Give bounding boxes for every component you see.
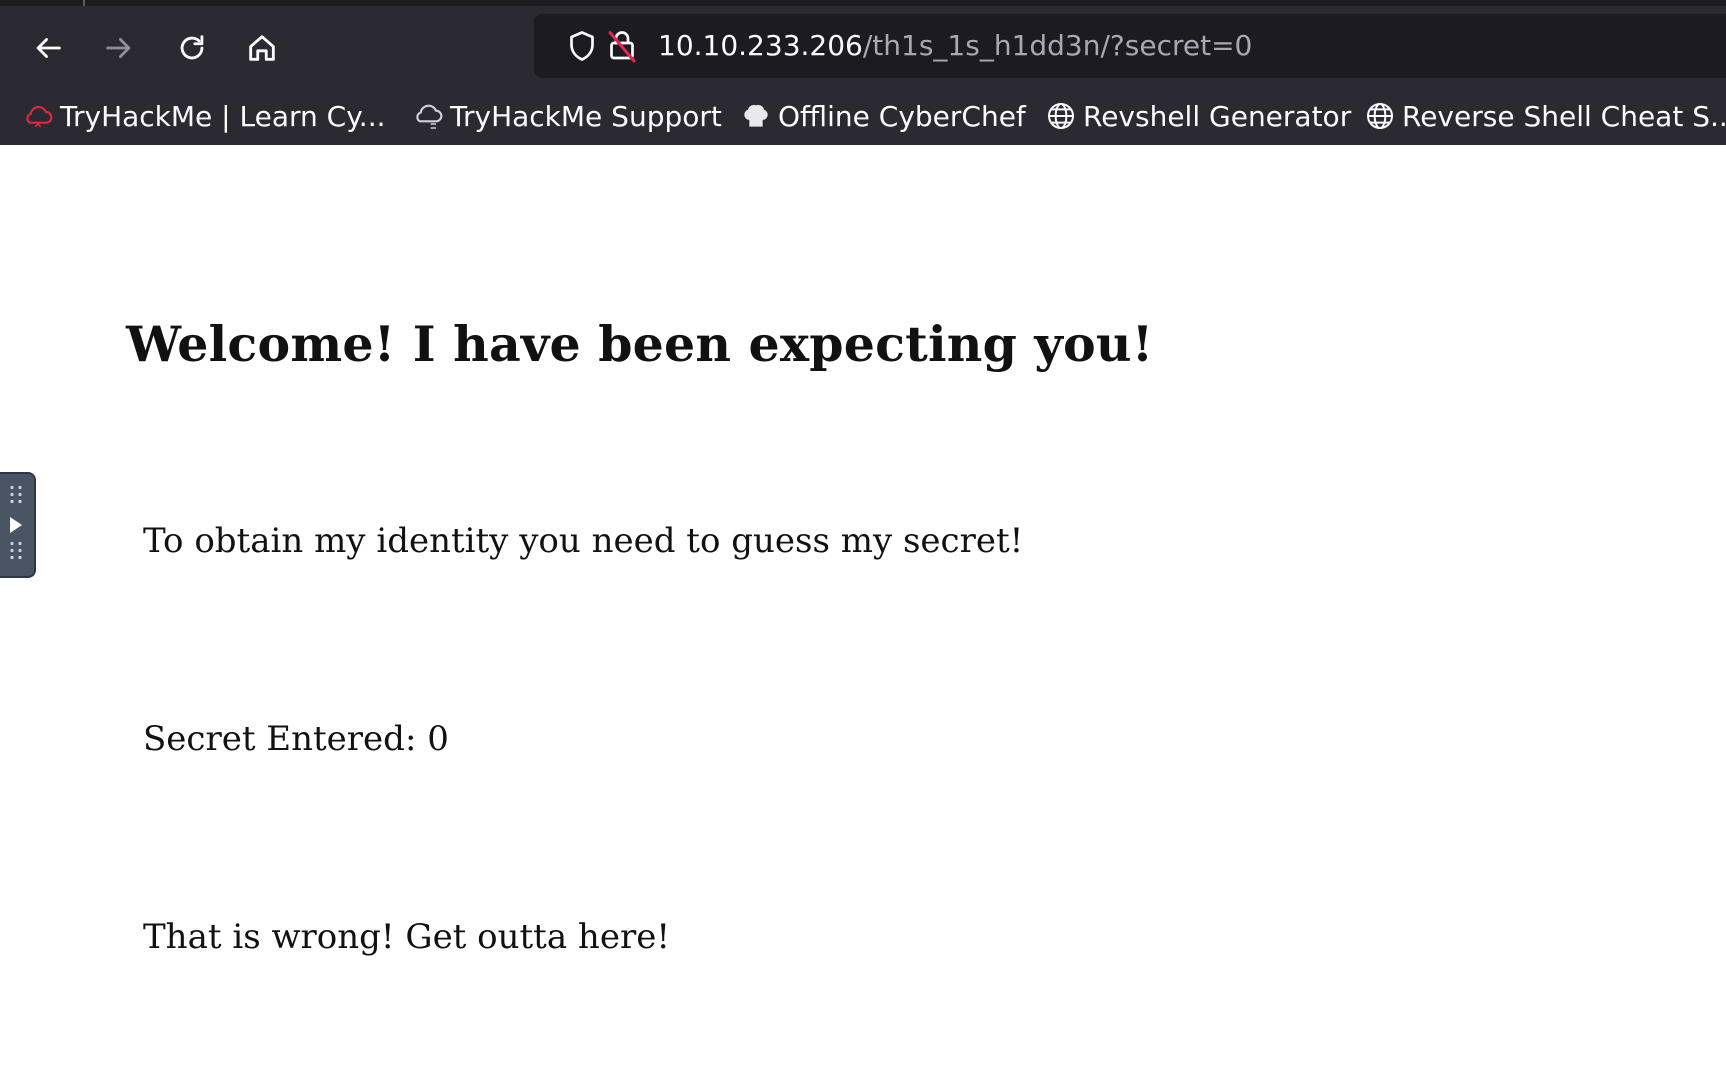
url-text[interactable]: 10.10.233.206/th1s_1s_h1dd3n/?secret=0 — [658, 14, 1252, 78]
forward-button[interactable] — [95, 24, 143, 72]
back-button[interactable] — [24, 24, 72, 72]
arrow-right-icon — [106, 38, 131, 58]
grip-dots — [8, 484, 26, 506]
bookmark-tryhackme[interactable]: TryHackMe | Learn Cy... — [22, 90, 386, 142]
url-host: 10.10.233.206 — [658, 29, 863, 62]
bookmark-label: TryHackMe | Learn Cy... — [60, 99, 386, 133]
home-button[interactable] — [238, 24, 286, 72]
browser-toolbar: 10.10.233.206/th1s_1s_h1dd3n/?secret=0 T… — [0, 0, 1726, 145]
side-panel-toggle[interactable] — [0, 472, 36, 578]
secret-entered-text: Secret Entered: 0 — [143, 719, 449, 759]
arrow-left-icon — [36, 38, 61, 58]
tab-separator — [83, 0, 85, 6]
bookmark-revshell-generator[interactable]: Revshell Generator — [1045, 90, 1351, 142]
wrong-secret-message: That is wrong! Get outta here! — [143, 917, 670, 957]
expand-arrow-icon — [10, 517, 22, 533]
bookmark-label: Offline CyberChef — [778, 99, 1026, 133]
insecure-lock-icon[interactable] — [604, 28, 640, 64]
bookmark-tryhackme-support[interactable]: TryHackMe Support — [412, 90, 722, 142]
url-path: /th1s_1s_h1dd3n/?secret=0 — [862, 29, 1253, 62]
cloud-icon — [416, 104, 443, 129]
url-bar[interactable]: 10.10.233.206/th1s_1s_h1dd3n/?secret=0 — [534, 14, 1726, 78]
grip-dots — [8, 540, 26, 562]
reload-icon — [180, 35, 204, 60]
shield-icon[interactable] — [564, 28, 600, 64]
page-content: Welcome! I have been expecting you! To o… — [0, 145, 1726, 1088]
bookmark-offline-cyberchef[interactable]: Offline CyberChef — [740, 90, 1026, 142]
chef-hat-icon — [744, 104, 768, 127]
reload-button[interactable] — [168, 24, 216, 72]
home-icon — [249, 35, 275, 61]
globe-icon — [1367, 103, 1393, 129]
bookmark-label: TryHackMe Support — [450, 99, 722, 133]
tryhackme-cloud-icon — [26, 105, 53, 128]
bookmark-reverse-shell-cheat-sheet[interactable]: Reverse Shell Cheat S... — [1364, 90, 1726, 142]
secret-instruction-text: To obtain my identity you need to guess … — [143, 521, 1024, 561]
page-heading: Welcome! I have been expecting you! — [126, 315, 1154, 373]
globe-icon — [1048, 103, 1074, 129]
bookmark-label: Reverse Shell Cheat S... — [1402, 99, 1726, 133]
bookmarks-toolbar: TryHackMe | Learn Cy... TryHackMe Suppor… — [0, 90, 1726, 142]
bookmark-label: Revshell Generator — [1083, 99, 1352, 133]
tab-strip — [0, 0, 1726, 6]
